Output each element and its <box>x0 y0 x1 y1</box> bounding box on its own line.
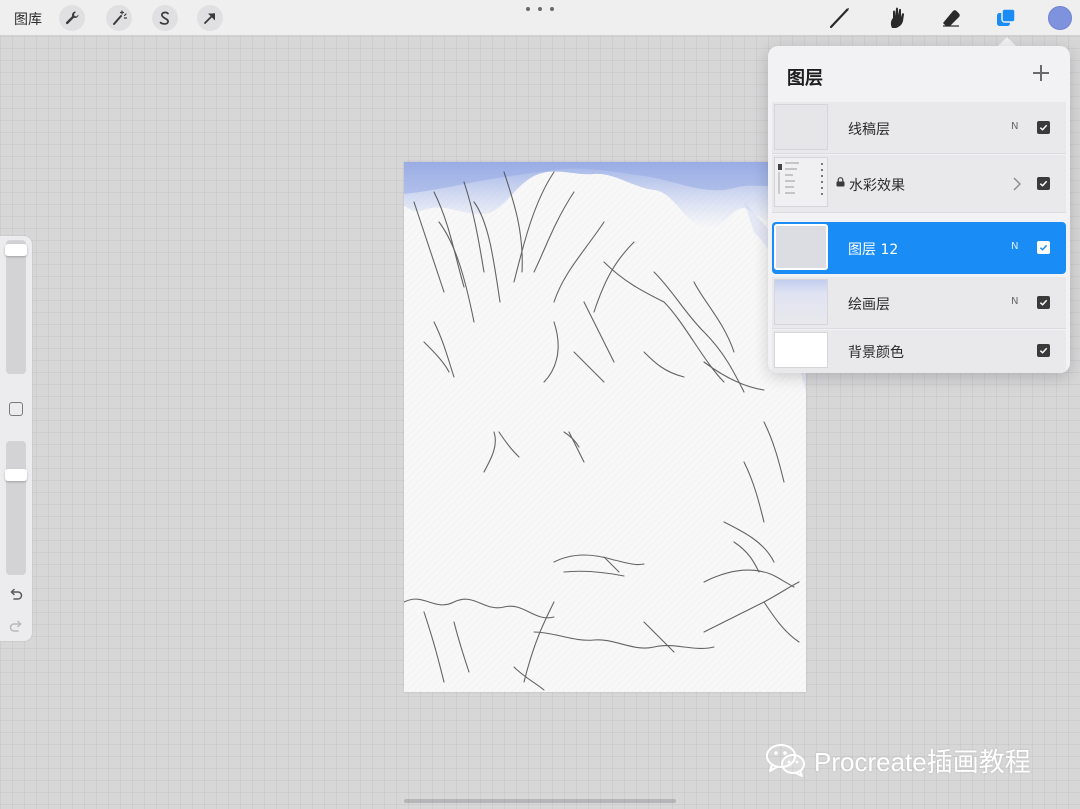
watermark: Procreate插画教程 <box>764 742 1031 778</box>
layer-row-selected[interactable]: 图层 12 N <box>772 222 1066 274</box>
opacity-slider-knob[interactable] <box>5 469 27 481</box>
layer-name: 图层 12 <box>848 242 899 258</box>
artwork <box>404 162 806 691</box>
layer-thumbnail <box>774 224 828 270</box>
layers-icon[interactable] <box>992 5 1020 31</box>
color-picker-button[interactable] <box>1048 6 1072 30</box>
layer-group-row[interactable]: 水彩效果 <box>772 155 1066 213</box>
wechat-logo-icon <box>766 744 805 777</box>
blend-mode-button[interactable]: N <box>1011 121 1018 132</box>
layer-row[interactable]: 线稿层 N <box>772 102 1066 154</box>
layers-panel: 图层 线稿层 N 水彩效果 图层 12 N 绘画层 N 背景颜色 <box>768 46 1070 373</box>
layer-thumbnail <box>774 157 828 207</box>
layer-thumbnail <box>774 332 828 368</box>
selection-s-icon[interactable] <box>152 5 178 31</box>
brush-icon[interactable] <box>826 5 854 31</box>
top-toolbar: 图库 <box>0 0 1080 36</box>
undo-icon[interactable] <box>8 587 24 603</box>
visibility-checkbox[interactable] <box>1037 177 1050 190</box>
layer-name: 背景颜色 <box>848 345 904 361</box>
brush-size-slider-knob[interactable] <box>5 244 27 256</box>
layers-panel-title: 图层 <box>787 68 823 89</box>
lock-icon <box>836 177 845 187</box>
layer-name: 线稿层 <box>848 122 890 138</box>
layer-name: 绘画层 <box>848 297 890 313</box>
redo-icon[interactable] <box>8 619 24 635</box>
visibility-checkbox[interactable] <box>1037 296 1050 309</box>
more-options-icon[interactable] <box>526 2 554 16</box>
layer-name: 水彩效果 <box>849 178 905 194</box>
blend-mode-button[interactable]: N <box>1011 241 1018 252</box>
chevron-right-icon[interactable] <box>1012 176 1022 192</box>
brush-size-slider[interactable] <box>5 240 27 374</box>
visibility-checkbox[interactable] <box>1037 121 1050 134</box>
watermark-text: Procreate插画教程 <box>814 746 1031 777</box>
visibility-checkbox[interactable] <box>1037 241 1050 254</box>
left-sidebar <box>0 236 32 641</box>
transform-arrow-icon[interactable] <box>197 5 223 31</box>
home-indicator <box>404 799 676 803</box>
background-color-row[interactable]: 背景颜色 <box>772 330 1066 373</box>
plus-icon[interactable] <box>1030 62 1052 84</box>
gallery-button[interactable]: 图库 <box>14 9 42 29</box>
eraser-icon[interactable] <box>937 5 965 31</box>
layer-thumbnail <box>774 104 828 150</box>
visibility-checkbox[interactable] <box>1037 344 1050 357</box>
layer-row[interactable]: 绘画层 N <box>772 277 1066 329</box>
layer-thumbnail <box>774 279 828 325</box>
smudge-icon[interactable] <box>882 5 910 31</box>
drawing-canvas[interactable] <box>404 162 806 692</box>
opacity-slider[interactable] <box>5 441 27 575</box>
wrench-icon[interactable] <box>59 5 85 31</box>
blend-mode-button[interactable]: N <box>1011 296 1018 307</box>
modify-button[interactable] <box>9 402 23 416</box>
magic-wand-icon[interactable] <box>106 5 132 31</box>
